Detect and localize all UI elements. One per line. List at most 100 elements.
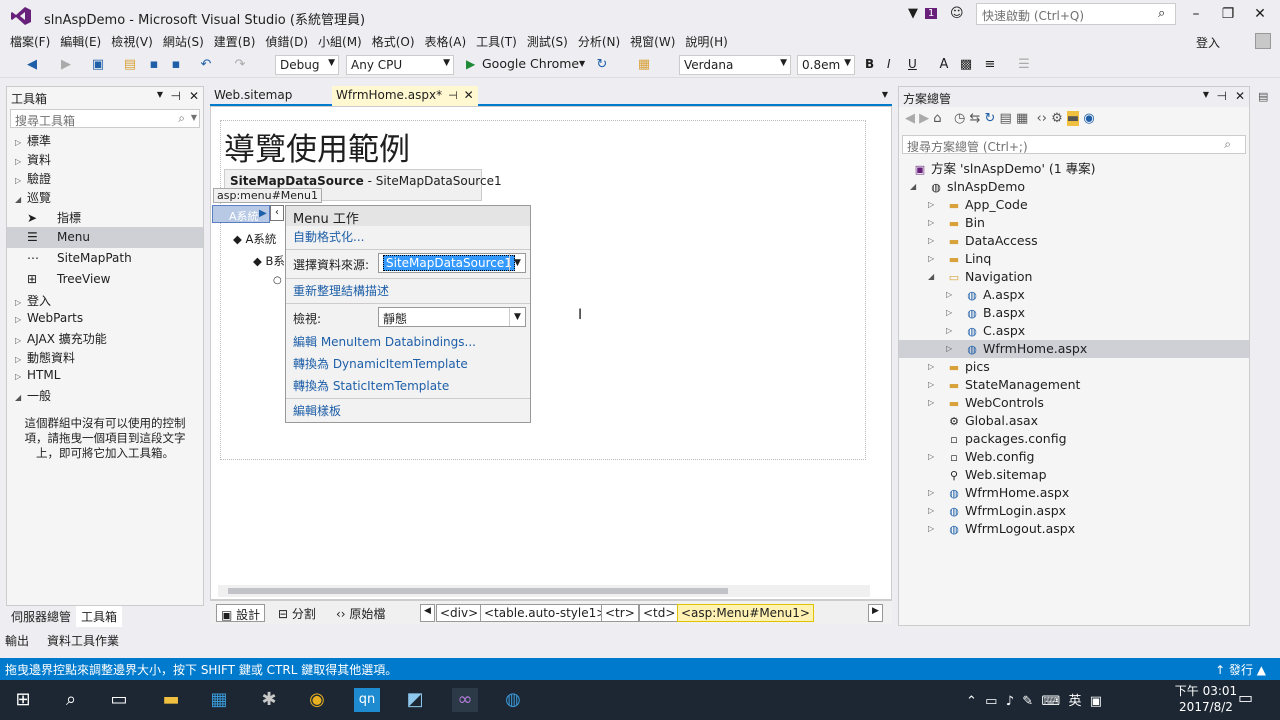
font-color-icon[interactable]: A [936, 57, 952, 73]
smart-tag-toggle-button[interactable]: ‹ [270, 205, 284, 221]
solution-node[interactable]: ▣ 方案 'slnAspDemo' (1 專案) [912, 160, 1096, 178]
tree-item-pics[interactable]: ▬ pics [946, 358, 990, 376]
globe-icon[interactable]: ◉ [1083, 111, 1094, 126]
convert-dynamic-template-link[interactable]: 轉換為 DynamicItemTemplate [286, 353, 530, 375]
quick-launch-input[interactable]: 快速啟動 (Ctrl+Q) [976, 3, 1176, 25]
collapse-icon[interactable]: ◢ [928, 268, 934, 286]
properties-side-icon[interactable]: ▤ [1258, 90, 1268, 103]
tree-item-linq[interactable]: ▬ Linq [946, 250, 992, 268]
italic-button[interactable]: I [887, 57, 891, 71]
breadcrumb-menu[interactable]: <asp:Menu#Menu1> [677, 604, 814, 622]
expand-icon[interactable]: ▷ [946, 340, 952, 358]
ime-indicator[interactable]: 英 [1069, 694, 1082, 709]
restore-button[interactable]: ❐ [1214, 6, 1242, 22]
dropdown-icon[interactable]: ▼ [157, 90, 163, 99]
expand-icon[interactable]: ▷ [928, 520, 934, 538]
tree-item-web-config[interactable]: ▫ Web.config [946, 448, 1034, 466]
file-explorer-icon[interactable]: ▬ [158, 688, 184, 712]
sync-icon[interactable]: ⇆ [969, 111, 980, 126]
visual-studio-taskbar-icon[interactable]: ∞ [452, 688, 478, 712]
expand-icon[interactable]: ▷ [928, 358, 934, 376]
collapse-all-icon[interactable]: ▤ [1000, 111, 1012, 126]
edit-databindings-link[interactable]: 編輯 MenuItem Databindings... [286, 331, 530, 353]
toolbox-group-validation[interactable]: ▷ 驗證 [7, 168, 203, 187]
horizontal-scrollbar[interactable] [218, 585, 870, 597]
filter-icon[interactable]: ▼ [908, 6, 918, 21]
expand-icon[interactable]: ▷ [928, 376, 934, 394]
breadcrumb-tr[interactable]: <tr> [601, 604, 639, 622]
menu-debug[interactable]: 偵錯(D) [260, 30, 313, 53]
tab-web-sitemap[interactable]: Web.sitemap [210, 86, 328, 106]
chrome-icon[interactable]: ◉ [304, 688, 330, 712]
toolbox-group-navigation[interactable]: ◢ 巡覽 [7, 187, 203, 206]
open-icon[interactable]: ▤ [122, 57, 138, 73]
toolbox-group-standard[interactable]: ▷ 標準 [7, 130, 203, 149]
menu-website[interactable]: 網站(S) [158, 30, 209, 53]
breadcrumb-prev-button[interactable]: ◀ [420, 604, 435, 622]
pin-icon[interactable]: ⊣ [448, 89, 458, 102]
view-select[interactable]: 靜態 ▼ [378, 307, 526, 327]
menu-edit[interactable]: 編輯(E) [55, 30, 106, 53]
code-view-icon[interactable]: ‹› [1037, 111, 1047, 126]
tree-item-a-aspx[interactable]: ◍ A.aspx [964, 286, 1025, 304]
properties-icon[interactable]: ⚙ [1051, 111, 1063, 126]
menu-file[interactable]: 檔案(F) [5, 30, 55, 53]
expand-icon[interactable]: ▷ [928, 214, 934, 232]
account-icon[interactable] [1255, 33, 1271, 49]
toolbox-item-sitemappath[interactable]: ⋯ SiteMapPath [7, 248, 203, 269]
chevron-down-icon[interactable]: ▼ [579, 59, 585, 68]
tree-item-wfrmlogin[interactable]: ◍ WfrmLogin.aspx [946, 502, 1066, 520]
pin-icon[interactable]: ⊣ [1217, 89, 1227, 103]
refresh-icon[interactable]: ↻ [984, 111, 995, 126]
task-view-icon[interactable]: ▭ [106, 688, 132, 712]
tree-item-wfrmhome[interactable]: ◍ WfrmHome.aspx [946, 484, 1069, 502]
menu-tools[interactable]: 工具(T) [471, 30, 522, 53]
tree-item-bin[interactable]: ▬ Bin [946, 214, 985, 232]
expand-icon[interactable]: ▷ [928, 502, 934, 520]
run-icon[interactable]: ▶ [466, 57, 475, 71]
new-project-icon[interactable]: ▣ [90, 57, 106, 73]
expand-icon[interactable]: ▷ [928, 232, 934, 250]
scrollbar-thumb[interactable] [228, 588, 728, 594]
platform-select[interactable]: Any CPU ▼ [346, 55, 454, 75]
forward-icon[interactable]: ▶ [919, 111, 929, 126]
list-icon[interactable]: ☰ [1016, 57, 1032, 73]
menu-help[interactable]: 說明(H) [680, 30, 732, 53]
tree-item-app-code[interactable]: ▬ App_Code [946, 196, 1028, 214]
notification-badge[interactable]: 1 [925, 8, 938, 19]
close-icon[interactable]: ✕ [1235, 89, 1245, 103]
pin-icon[interactable]: ⊣ [171, 89, 181, 103]
search-icon[interactable]: ⌕ [58, 688, 84, 712]
volume-icon[interactable]: ♪ [1006, 694, 1014, 709]
tree-item-packages-config[interactable]: ▫ packages.config [946, 430, 1066, 448]
convert-static-template-link[interactable]: 轉換為 StaticItemTemplate [286, 375, 530, 397]
toolbox-item-pointer[interactable]: ➤ 指標 [7, 206, 203, 227]
tree-item-statemanagement[interactable]: ▬ StateManagement [946, 376, 1081, 394]
feedback-icon[interactable]: ☺ [950, 6, 964, 21]
source-view-button[interactable]: ‹› 原始檔 [332, 604, 389, 622]
menu-table[interactable]: 表格(A) [420, 30, 472, 53]
show-all-files-icon[interactable]: ▦ [1016, 111, 1028, 126]
align-icon[interactable]: ≡ [982, 57, 998, 73]
toolbox-item-treeview[interactable]: ⊞ TreeView [7, 269, 203, 290]
solution-search-input[interactable]: 搜尋方案總管 (Ctrl+;) ⌕ [902, 135, 1246, 154]
menu-team[interactable]: 小組(M) [313, 30, 367, 53]
home-icon[interactable]: ⌂ [933, 111, 941, 126]
back-icon[interactable]: ◀ [24, 57, 40, 73]
solution-config-select[interactable]: Debug ▼ [275, 55, 339, 75]
menu-analyze[interactable]: 分析(N) [573, 30, 625, 53]
menu-test[interactable]: 測試(S) [522, 30, 573, 53]
menu-build[interactable]: 建置(B) [209, 30, 261, 53]
expand-icon[interactable]: ▷ [928, 448, 934, 466]
close-icon[interactable]: ✕ [464, 88, 474, 102]
breadcrumb-table[interactable]: <table.auto-style1> [480, 604, 611, 622]
toolbox-search-input[interactable]: 搜尋工具箱 ⌕ ▼ [10, 109, 200, 128]
project-node[interactable]: ◍ slnAspDemo [928, 178, 1025, 196]
keyboard-icon[interactable]: ⌨ [1041, 694, 1060, 709]
toolbox-group-ajax[interactable]: ▷ AJAX 擴充功能 [7, 328, 203, 347]
chevron-down-icon[interactable]: ▼ [882, 90, 888, 99]
expand-icon[interactable]: ▷ [928, 196, 934, 214]
expand-icon[interactable]: ▷ [946, 304, 952, 322]
sign-in-link[interactable]: 登入 [1196, 34, 1220, 51]
back-icon[interactable]: ◀ [905, 111, 915, 126]
